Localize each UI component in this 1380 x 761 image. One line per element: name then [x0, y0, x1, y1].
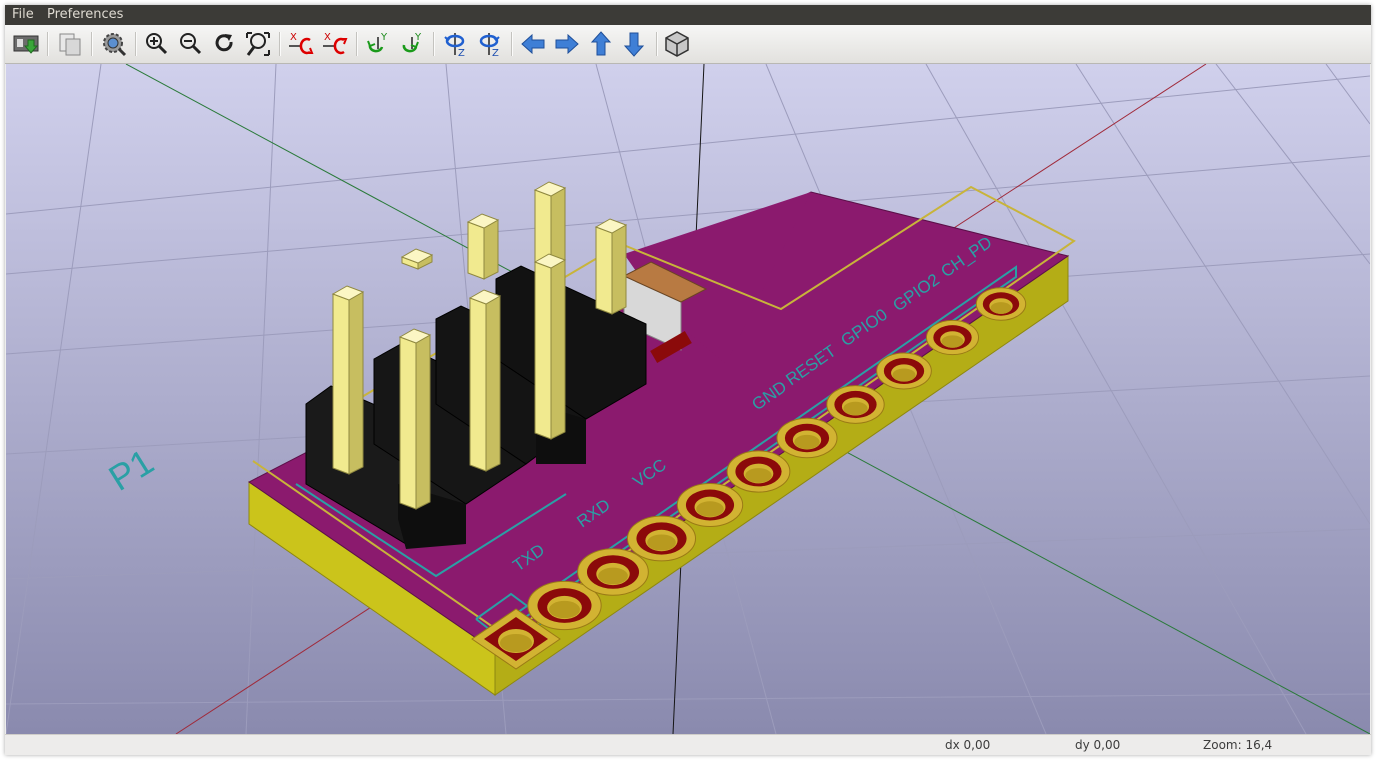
rotate-y-icon: Y [367, 32, 388, 53]
arrow-left-icon [521, 33, 545, 55]
pad [876, 352, 932, 390]
arrow-down-icon [623, 32, 645, 57]
move-down-button[interactable] [619, 29, 649, 59]
rotate-x-ccw-button[interactable]: X [286, 29, 316, 59]
rotate-x-cw-button[interactable]: X [320, 29, 350, 59]
reload-board-button[interactable] [11, 29, 41, 59]
status-dy: dy 0,00 [1075, 738, 1121, 752]
menu-file[interactable]: File [12, 7, 34, 22]
copy-icon [59, 33, 81, 56]
3d-viewport[interactable]: P1 TXD RXD VCC GND RESET GPIO0 GPIO2 CH_PD [6, 64, 1370, 734]
zoom-in-button[interactable] [142, 29, 172, 59]
orthographic-toggle-button[interactable] [662, 29, 692, 59]
svg-text:X: X [290, 32, 297, 43]
zoom-in-icon [146, 33, 168, 55]
zoom-fit-button[interactable] [243, 29, 273, 59]
svg-text:X: X [324, 32, 331, 43]
pad [925, 319, 980, 356]
pad [726, 450, 791, 493]
svg-text:Y: Y [414, 32, 422, 43]
rotate-z-ccw-button[interactable]: Z [441, 29, 471, 59]
pin [466, 213, 500, 280]
move-up-button[interactable] [586, 29, 616, 59]
rotate-y-icon: Y [402, 32, 422, 53]
svg-text:Y: Y [380, 32, 388, 43]
toolbar: X X Y Y Z Z [5, 25, 1371, 64]
cube-icon [665, 31, 689, 57]
copy-to-clipboard-button[interactable] [55, 29, 85, 59]
pad [577, 548, 649, 596]
move-right-button[interactable] [552, 29, 582, 59]
pin [594, 218, 628, 315]
svg-text:Z: Z [458, 48, 465, 59]
pad [975, 287, 1027, 321]
reload-board-icon [13, 35, 39, 54]
move-left-button[interactable] [518, 29, 548, 59]
status-zoom: Zoom: 16,4 [1203, 738, 1273, 752]
zoom-out-button[interactable] [176, 29, 206, 59]
rotate-x-icon: X [289, 32, 314, 55]
rotate-y-cw-button[interactable]: Y [397, 29, 427, 59]
rotate-x-icon: X [323, 32, 348, 55]
rotate-y-ccw-button[interactable]: Y [363, 29, 393, 59]
zoom-out-icon [180, 33, 202, 55]
arrow-up-icon [590, 31, 612, 56]
status-bar: dx 0,00 dy 0,00 Zoom: 16,4 [5, 734, 1371, 755]
app-window: File Preferences X X Y Y Z Z P1 TXD RXD … [5, 5, 1371, 755]
rotate-z-icon: Z [479, 33, 500, 59]
pin [331, 285, 365, 475]
zoom-fit-icon [246, 32, 270, 56]
arrow-right-icon [555, 33, 579, 55]
status-dx: dx 0,00 [945, 738, 991, 752]
pad [676, 483, 744, 527]
3d-scene[interactable]: P1 TXDRXDVCCGNDRESETGPIO0GPIO2CH_PD [6, 64, 1370, 734]
display-options-button[interactable] [99, 29, 129, 59]
menu-preferences[interactable]: Preferences [47, 7, 123, 22]
pin [533, 253, 567, 440]
pin [398, 328, 432, 510]
pad [776, 417, 838, 459]
rotate-z-cw-button[interactable]: Z [475, 29, 505, 59]
gear-icon [103, 33, 127, 57]
redraw-button[interactable] [210, 29, 240, 59]
redraw-icon [215, 34, 233, 52]
rotate-z-icon: Z [444, 33, 465, 59]
svg-text:Z: Z [492, 48, 499, 59]
pin [468, 289, 502, 472]
menu-bar: File Preferences [5, 5, 1371, 25]
pad [826, 385, 885, 424]
pad [626, 515, 697, 562]
